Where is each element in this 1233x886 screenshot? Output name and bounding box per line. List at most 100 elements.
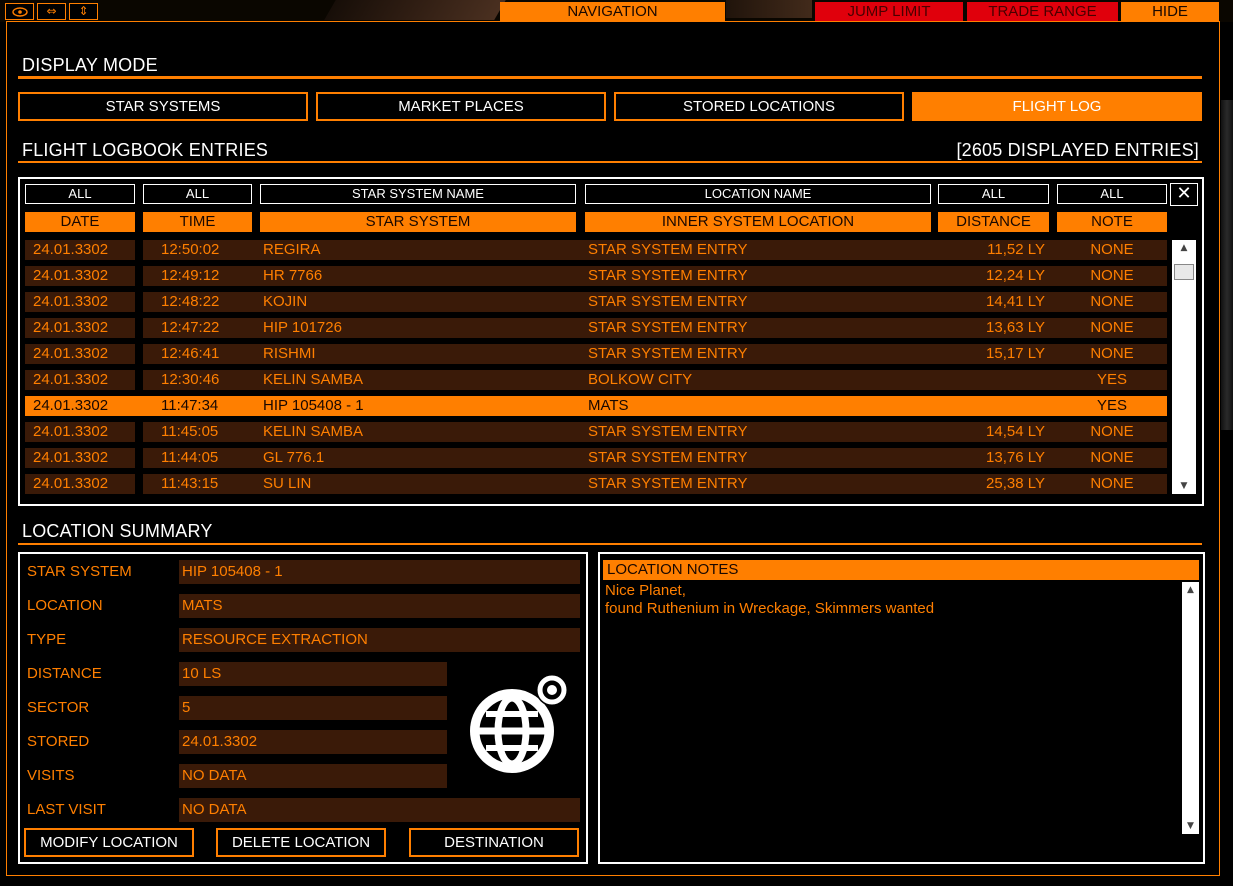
- star-system-filter[interactable]: STAR SYSTEM NAME: [260, 184, 576, 204]
- cell-distance: [937, 396, 1057, 416]
- cell-star-system: HIP 105408 - 1: [260, 396, 580, 416]
- vertical-resize-icon[interactable]: ⇕: [69, 3, 98, 20]
- summary-label: STAR SYSTEM: [27, 563, 132, 580]
- table-row[interactable]: 24.01.3302 12:30:46 KELIN SAMBA BOLKOW C…: [25, 370, 1167, 390]
- mode-stored-locations-button[interactable]: STORED LOCATIONS: [614, 92, 904, 121]
- tab-navigation[interactable]: NAVIGATION: [500, 2, 725, 21]
- cell-distance: 15,17 LY: [937, 344, 1057, 364]
- cell-star-system: RISHMI: [260, 344, 580, 364]
- cell-location: STAR SYSTEM ENTRY: [580, 474, 937, 494]
- summary-last-visit-value: NO DATA: [179, 798, 580, 822]
- location-filter[interactable]: LOCATION NAME: [585, 184, 931, 204]
- cell-note: YES: [1057, 396, 1167, 416]
- cell-date: 24.01.3302: [25, 344, 135, 364]
- cell-star-system: REGIRA: [260, 240, 580, 260]
- scroll-thumb[interactable]: [1174, 264, 1194, 280]
- cell-distance: 13,76 LY: [937, 448, 1057, 468]
- column-header-note[interactable]: NOTE: [1057, 212, 1167, 232]
- cell-note: NONE: [1057, 240, 1167, 260]
- cell-date: 24.01.3302: [25, 370, 135, 390]
- cell-time: 12:46:41: [143, 344, 260, 364]
- summary-type-value: RESOURCE EXTRACTION: [179, 628, 580, 652]
- cell-distance: 12,24 LY: [937, 266, 1057, 286]
- hide-button[interactable]: HIDE: [1121, 2, 1219, 21]
- cell-time: 12:30:46: [143, 370, 260, 390]
- cell-time: 11:45:05: [143, 422, 260, 442]
- table-row[interactable]: 24.01.3302 12:47:22 HIP 101726 STAR SYST…: [25, 318, 1167, 338]
- background-scenery: [726, 0, 812, 18]
- logbook-scrollbar[interactable]: ▲ ▼: [1172, 240, 1196, 494]
- cell-note: NONE: [1057, 292, 1167, 312]
- mode-star-systems-button[interactable]: STAR SYSTEMS: [18, 92, 308, 121]
- cell-date: 24.01.3302: [25, 474, 135, 494]
- summary-label: DISTANCE: [27, 665, 102, 682]
- notes-line: Nice Planet,: [605, 582, 686, 599]
- mode-flight-log-button[interactable]: FLIGHT LOG: [912, 92, 1202, 121]
- jump-limit-button[interactable]: JUMP LIMIT: [815, 2, 963, 21]
- logbook-title: FLIGHT LOGBOOK ENTRIES: [22, 140, 269, 160]
- trade-range-button[interactable]: TRADE RANGE: [967, 2, 1118, 21]
- notes-scrollbar[interactable]: ▲ ▼: [1182, 582, 1199, 834]
- cell-date: 24.01.3302: [25, 396, 135, 416]
- cell-distance: 11,52 LY: [937, 240, 1057, 260]
- location-summary-title: LOCATION SUMMARY: [22, 521, 213, 541]
- delete-location-button[interactable]: DELETE LOCATION: [216, 828, 386, 857]
- cell-distance: 13,63 LY: [937, 318, 1057, 338]
- summary-visits-value: NO DATA: [179, 764, 447, 788]
- table-row[interactable]: 24.01.3302 12:48:22 KOJIN STAR SYSTEM EN…: [25, 292, 1167, 312]
- cell-distance: 14,54 LY: [937, 422, 1057, 442]
- displayed-entries-count: [2605 DISPLAYED ENTRIES]: [956, 140, 1199, 160]
- scroll-up-arrow-icon[interactable]: ▲: [1172, 241, 1196, 255]
- cell-note: NONE: [1057, 318, 1167, 338]
- cell-date: 24.01.3302: [25, 240, 135, 260]
- cell-time: 11:43:15: [143, 474, 260, 494]
- scroll-down-arrow-icon[interactable]: ▼: [1182, 819, 1199, 833]
- cell-note: YES: [1057, 370, 1167, 390]
- cell-date: 24.01.3302: [25, 266, 135, 286]
- modify-location-button[interactable]: MODIFY LOCATION: [24, 828, 194, 857]
- table-row[interactable]: 24.01.3302 11:43:15 SU LIN STAR SYSTEM E…: [25, 474, 1167, 494]
- column-header-inner-system-location[interactable]: INNER SYSTEM LOCATION: [585, 212, 931, 232]
- divider: [18, 543, 1202, 545]
- column-header-time[interactable]: TIME: [143, 212, 252, 232]
- cell-star-system: KELIN SAMBA: [260, 422, 580, 442]
- cell-note: NONE: [1057, 474, 1167, 494]
- note-filter[interactable]: ALL: [1057, 184, 1167, 204]
- column-header-date[interactable]: DATE: [25, 212, 135, 232]
- column-header-star-system[interactable]: STAR SYSTEM: [260, 212, 576, 232]
- globe-location-icon: [462, 673, 572, 783]
- eye-icon[interactable]: [5, 3, 34, 20]
- cell-date: 24.01.3302: [25, 448, 135, 468]
- table-row[interactable]: 24.01.3302 12:50:02 REGIRA STAR SYSTEM E…: [25, 240, 1167, 260]
- cell-star-system: HR 7766: [260, 266, 580, 286]
- cell-distance: 25,38 LY: [937, 474, 1057, 494]
- close-icon[interactable]: ✕: [1170, 183, 1198, 206]
- summary-sector-value: 5: [179, 696, 447, 720]
- location-notes-textarea[interactable]: Nice Planet, found Ruthenium in Wreckage…: [603, 582, 1183, 832]
- table-row-selected[interactable]: 24.01.3302 11:47:34 HIP 105408 - 1 MATS …: [25, 396, 1167, 416]
- table-row[interactable]: 24.01.3302 12:49:12 HR 7766 STAR SYSTEM …: [25, 266, 1167, 286]
- time-filter[interactable]: ALL: [143, 184, 252, 204]
- cell-note: NONE: [1057, 448, 1167, 468]
- cell-location: STAR SYSTEM ENTRY: [580, 240, 937, 260]
- background-scenery: [1221, 100, 1233, 430]
- summary-label: LAST VISIT: [27, 801, 106, 818]
- horizontal-resize-icon[interactable]: ⇔: [37, 3, 66, 20]
- date-filter[interactable]: ALL: [25, 184, 135, 204]
- cell-distance: [937, 370, 1057, 390]
- table-row[interactable]: 24.01.3302 11:45:05 KELIN SAMBA STAR SYS…: [25, 422, 1167, 442]
- summary-label: SECTOR: [27, 699, 90, 716]
- destination-button[interactable]: DESTINATION: [409, 828, 579, 857]
- scroll-up-arrow-icon[interactable]: ▲: [1182, 583, 1199, 597]
- table-row[interactable]: 24.01.3302 11:44:05 GL 776.1 STAR SYSTEM…: [25, 448, 1167, 468]
- scroll-down-arrow-icon[interactable]: ▼: [1172, 479, 1196, 493]
- mode-market-places-button[interactable]: MARKET PLACES: [316, 92, 606, 121]
- cell-location: STAR SYSTEM ENTRY: [580, 292, 937, 312]
- column-header-distance[interactable]: DISTANCE: [938, 212, 1049, 232]
- table-row[interactable]: 24.01.3302 12:46:41 RISHMI STAR SYSTEM E…: [25, 344, 1167, 364]
- distance-filter[interactable]: ALL: [938, 184, 1049, 204]
- cell-time: 11:47:34: [143, 396, 260, 416]
- cell-location: STAR SYSTEM ENTRY: [580, 318, 937, 338]
- cell-star-system: SU LIN: [260, 474, 580, 494]
- summary-label: STORED: [27, 733, 90, 750]
